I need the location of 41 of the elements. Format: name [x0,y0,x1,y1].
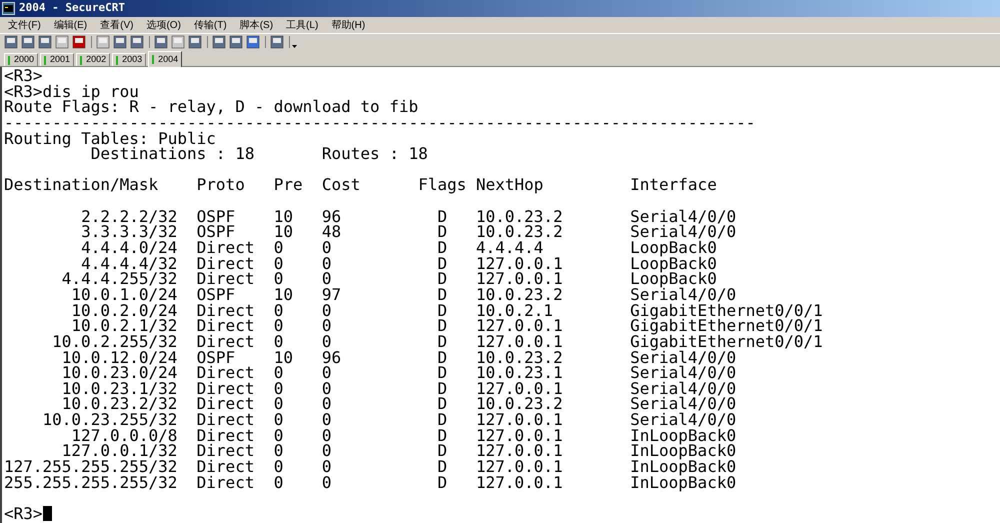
column-header: Pre [274,175,303,194]
menu-item[interactable]: 查看(V) [98,18,136,32]
toolbar-icon[interactable] [188,36,202,48]
menu-item[interactable]: 脚本(S) [238,18,276,32]
session-tab[interactable]: 2003 [112,53,146,66]
menu-item[interactable]: 文件(F) [6,18,43,32]
menu-item[interactable]: 选项(O) [144,18,183,32]
session-tab[interactable]: 2000 [4,53,38,66]
toolbar-icon[interactable] [246,36,260,48]
toolbar-icon[interactable] [22,36,34,48]
toolbar-icon[interactable] [4,36,18,48]
column-header: Cost [322,175,360,194]
window-title: 2004 - SecureCRT [19,0,125,16]
column-header: Proto [196,175,245,194]
toolbar-icon[interactable] [114,36,126,48]
connected-icon [116,56,118,64]
menu-item[interactable]: 工具(L) [284,18,320,32]
toolbar-icon[interactable] [72,36,86,48]
menu-item[interactable]: 帮助(H) [329,18,368,32]
terminal-icon [2,2,15,15]
toolbar-icon[interactable] [130,36,144,48]
toolbar-icon[interactable] [270,36,284,48]
toolbar-icon[interactable] [212,36,226,48]
prompt: <R3> [4,506,43,522]
cursor [42,506,52,522]
connected-icon [152,55,154,64]
session-tab[interactable]: 2004 [148,51,182,67]
toolbar-icon[interactable] [230,36,242,48]
column-header: Flags [418,175,466,194]
toolbar-icon[interactable] [154,36,168,48]
menu-item[interactable]: 编辑(E) [52,18,90,32]
connected-icon [80,56,82,64]
menu-item[interactable]: 传输(T) [192,18,229,32]
column-header: Destination/Mask [4,175,158,194]
session-tab[interactable]: 2001 [40,53,74,66]
session-tab[interactable]: 2002 [76,53,110,66]
column-header: Interface [630,175,717,194]
connected-icon [44,56,46,64]
column-header: NextHop [476,175,544,194]
dropdown-arrow-icon[interactable] [292,45,297,48]
toolbar-icon[interactable] [38,36,52,48]
